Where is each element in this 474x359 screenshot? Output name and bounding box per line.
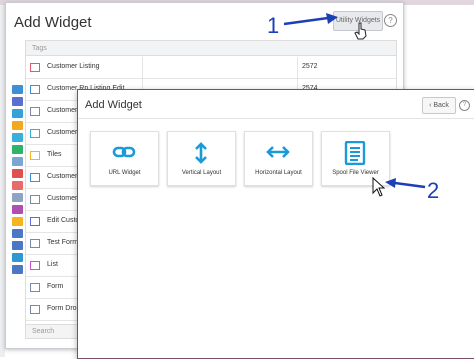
sliders-icon (12, 229, 23, 238)
edit-icon (12, 97, 23, 106)
chart-icon (12, 121, 23, 130)
hand-cursor-icon (354, 22, 367, 40)
row-name: Form (47, 283, 64, 290)
table-icon (30, 239, 40, 248)
column-divider (297, 57, 298, 78)
line-chart-icon (12, 181, 23, 190)
tile-label: URL Widget (108, 170, 141, 176)
table-row[interactable]: Customer Listing 2572 (26, 57, 396, 79)
help-icon[interactable]: ? (384, 14, 397, 27)
annotation-number-two: 2 (427, 178, 440, 203)
horizontal-layout-tile[interactable]: Horizontal Layout (244, 131, 313, 186)
hierarchy-icon (12, 133, 23, 142)
globe-icon (12, 145, 23, 154)
row-name: Tiles (47, 151, 62, 158)
dialog-title: Add Widget (85, 99, 142, 111)
row-count: 2572 (302, 63, 318, 70)
horizontal-arrows-icon (266, 146, 290, 158)
bar-chart-icon (12, 169, 23, 178)
help-icon[interactable]: ? (459, 100, 470, 111)
tiles-icon (30, 151, 40, 160)
back-button[interactable]: ‹ Back (422, 97, 456, 114)
hierarchy-icon (12, 109, 23, 118)
tiles-icon (12, 217, 23, 226)
list-icon (30, 261, 40, 270)
vertical-layout-tile[interactable]: Vertical Layout (167, 131, 236, 186)
row-name: List (47, 261, 58, 268)
table-icon (12, 157, 23, 166)
nodes-icon (12, 253, 23, 262)
annotation-arrow-two (385, 178, 426, 189)
dialog-title: Add Widget (14, 14, 92, 31)
vertical-arrows-icon (195, 142, 207, 164)
link-icon (112, 146, 136, 158)
row-name: Test Form (47, 239, 79, 246)
back-label: Back (433, 102, 449, 109)
row-name: Form Drop (47, 305, 81, 312)
grid-icon (30, 63, 40, 72)
tags-header[interactable]: Tags (26, 41, 396, 56)
hierarchy-icon (30, 129, 40, 138)
annotation-arrow-one (283, 13, 338, 26)
add-widget-dialog-front: Add Widget ‹ Back ? URL Widget Vertical … (77, 89, 474, 359)
url-widget-tile[interactable]: URL Widget (90, 131, 159, 186)
table-icon (30, 283, 40, 292)
edit-icon (30, 85, 40, 94)
table-icon (30, 107, 40, 116)
tile-label: Horizontal Layout (255, 170, 302, 176)
table-icon (30, 195, 40, 204)
tile-label: Spool File Viewer (332, 170, 379, 176)
table-icon (12, 265, 23, 274)
annotation-number-one: 1 (267, 13, 280, 38)
grid-icon (12, 85, 23, 94)
nine-icon (12, 205, 23, 214)
header-divider (78, 118, 474, 119)
tile-label: Vertical Layout (181, 170, 222, 176)
document-lines-icon (344, 141, 366, 165)
sliders-icon (12, 241, 23, 250)
left-icon-strip (11, 83, 25, 303)
table-icon (30, 305, 40, 314)
list-icon (12, 193, 23, 202)
row-name: Customer Listing (47, 63, 100, 70)
edit-icon (30, 173, 40, 182)
edit-icon (30, 217, 40, 226)
column-divider (142, 57, 143, 78)
